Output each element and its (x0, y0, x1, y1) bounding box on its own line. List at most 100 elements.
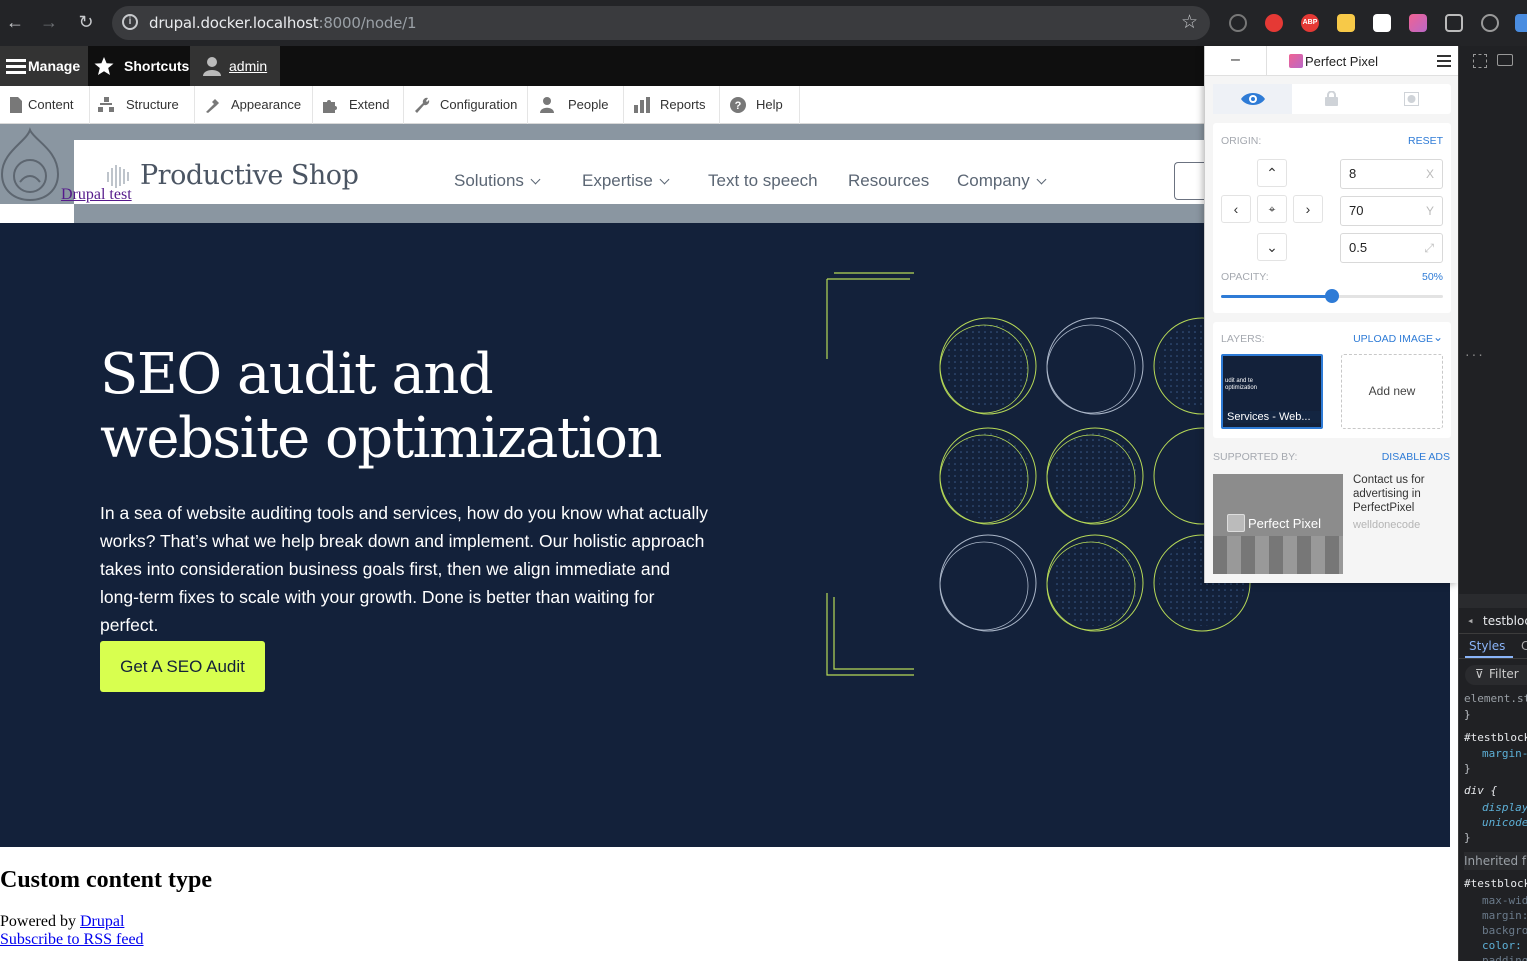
seo-audit-button[interactable]: Get A SEO Audit (100, 641, 265, 692)
tray-people[interactable]: People (528, 86, 624, 124)
opacity-slider-thumb[interactable] (1325, 289, 1339, 303)
url-text[interactable]: drupal.docker.localhost:8000/node/1 (149, 14, 417, 32)
pp-show-overlay-tab[interactable] (1213, 84, 1292, 114)
chevron-down-icon (659, 174, 670, 185)
add-new-layer-button[interactable]: Add new (1341, 354, 1443, 429)
admin-toolbar: Manage Shortcuts admin (0, 46, 1204, 86)
reload-icon[interactable]: ↻ (75, 11, 97, 33)
adblock-icon[interactable]: ABP (1301, 14, 1319, 32)
nav-company[interactable]: Company (957, 171, 1047, 191)
computed-tab[interactable]: C (1521, 639, 1527, 653)
devtools-resize-dots[interactable]: ... (1464, 346, 1484, 359)
nav-text-to-speech[interactable]: Text to speech (708, 171, 818, 191)
extension-bike-icon[interactable] (1481, 14, 1499, 32)
admin-toolbar-tray: Content Structure Appearance Extend Conf… (0, 86, 1204, 124)
devtools-scrollbar[interactable] (1459, 594, 1527, 608)
layer-thumbnail[interactable]: udit and te optimization Services - Web.… (1221, 354, 1323, 429)
site-brand[interactable]: Productive Shop (140, 160, 359, 191)
tray-configuration[interactable]: Configuration (404, 86, 528, 124)
nav-expertise-label: Expertise (582, 171, 653, 190)
css-property[interactable]: max-wid (1482, 894, 1527, 907)
page-background-band-lower (74, 204, 1204, 223)
filter-icon: ⊽ (1475, 667, 1484, 681)
forward-icon[interactable]: → (38, 11, 60, 33)
bookmark-star-icon[interactable]: ☆ (1181, 11, 1198, 34)
toolbar-manage[interactable]: Manage (0, 46, 88, 86)
scale-input[interactable]: 0.5 ⤢ (1340, 233, 1443, 263)
hamburger-menu-icon[interactable] (1437, 54, 1451, 68)
reset-button[interactable]: RESET (1408, 135, 1443, 147)
css-selector[interactable]: #testblock (1464, 877, 1527, 890)
toolbar-user-label: admin (229, 58, 268, 74)
page-footer-region: Custom content type Powered by Drupal Su… (0, 847, 1458, 961)
upload-chevron-icon[interactable]: ⌄ (1433, 330, 1443, 344)
pp-layers-card: LAYERS: UPLOAD IMAGE ⌄ udit and te optim… (1213, 322, 1451, 438)
extension-shield-icon[interactable] (1265, 14, 1283, 32)
drupal-link[interactable]: Drupal (80, 913, 124, 930)
move-right-button[interactable]: › (1293, 195, 1323, 223)
extension-grid-icon[interactable] (1445, 14, 1463, 32)
tray-reports[interactable]: Reports (624, 86, 720, 124)
site-info-icon[interactable]: i (122, 14, 138, 30)
back-icon[interactable]: ← (4, 11, 26, 33)
tray-structure-label: Structure (126, 97, 179, 112)
rss-feed-link[interactable]: Subscribe to RSS feed (0, 931, 144, 949)
structure-icon (98, 97, 114, 112)
origin-x-input[interactable]: 8X (1340, 159, 1443, 189)
breadcrumb-node[interactable]: testbloc (1483, 614, 1527, 628)
pp-invert-tab[interactable] (1371, 84, 1450, 114)
disable-ads-link[interactable]: DISABLE ADS (1382, 451, 1450, 463)
toolbar-user[interactable]: admin (190, 46, 280, 86)
ad-text[interactable]: Contact us for advertising in PerfectPix… (1353, 473, 1453, 515)
hero-description: In a sea of website auditing tools and s… (100, 503, 708, 635)
nav-solutions[interactable]: Solutions (454, 171, 541, 191)
styles-tab[interactable]: Styles (1469, 639, 1505, 653)
css-selector[interactable]: div { (1464, 784, 1497, 797)
toolbar-shortcuts[interactable]: Shortcuts (88, 46, 190, 86)
css-property[interactable]: margin: (1482, 909, 1527, 922)
css-property[interactable]: backgro (1482, 924, 1527, 937)
drupal-home-link[interactable]: Drupal test (61, 186, 132, 204)
lock-icon (1325, 91, 1338, 106)
ad-image[interactable]: Perfect Pixel (1213, 474, 1343, 574)
pp-origin-card: ORIGIN: RESET ⌃ ‹ ⌖ › ⌄ 8X 70 Y 0.5 ⤢ OPAC… (1213, 123, 1451, 313)
pp-lock-tab[interactable] (1292, 84, 1371, 114)
upload-image-button[interactable]: UPLOAD IMAGE (1353, 333, 1433, 345)
inspect-element-icon[interactable] (1473, 54, 1487, 68)
address-bar[interactable]: i drupal.docker.localhost:8000/node/1 ☆ (112, 6, 1210, 40)
css-property[interactable]: color: (1482, 939, 1522, 952)
tray-appearance[interactable]: Appearance (195, 86, 313, 124)
tray-help[interactable]: ? Help (720, 86, 800, 124)
pp-minimize-button[interactable]: – (1205, 46, 1267, 76)
breadcrumb-left-icon[interactable]: ◂ (1467, 614, 1474, 627)
extend-icon (323, 100, 337, 113)
perfect-pixel-panel: – Perfect Pixel ORIGIN: RESET ⌃ ‹ ⌖ › ⌄ (1204, 46, 1459, 583)
css-rule-element-style[interactable]: element.st (1464, 692, 1527, 705)
tray-content[interactable]: Content (0, 86, 90, 124)
nav-expertise[interactable]: Expertise (582, 171, 670, 191)
tray-configuration-label: Configuration (440, 97, 518, 112)
extension-icon[interactable] (1229, 14, 1247, 32)
css-property[interactable]: margin- (1482, 747, 1527, 760)
center-button[interactable]: ⌖ (1257, 195, 1287, 223)
nav-resources[interactable]: Resources (848, 171, 929, 191)
css-property[interactable]: display (1482, 801, 1527, 814)
origin-y-input[interactable]: 70 Y (1340, 196, 1443, 226)
move-up-button[interactable]: ⌃ (1257, 159, 1287, 187)
perfect-pixel-ext-icon[interactable] (1409, 14, 1427, 32)
move-down-button[interactable]: ⌄ (1257, 233, 1287, 261)
device-toolbar-icon[interactable] (1497, 54, 1513, 66)
tray-extend[interactable]: Extend (313, 86, 404, 124)
extension-qr-icon[interactable] (1373, 14, 1391, 32)
css-property[interactable]: padding (1482, 954, 1527, 961)
extension-blue-icon[interactable] (1515, 14, 1527, 32)
move-left-button[interactable]: ‹ (1221, 195, 1251, 223)
opacity-slider[interactable] (1221, 289, 1443, 303)
extension-notes-icon[interactable] (1337, 14, 1355, 32)
css-selector[interactable]: #testblock (1464, 731, 1527, 744)
opacity-slider-fill (1221, 295, 1332, 298)
ad-sponsor[interactable]: welldonecode (1353, 519, 1420, 531)
css-property[interactable]: unicode (1482, 816, 1527, 829)
styles-filter[interactable]: ⊽ Filter (1465, 665, 1527, 685)
tray-structure[interactable]: Structure (90, 86, 195, 124)
